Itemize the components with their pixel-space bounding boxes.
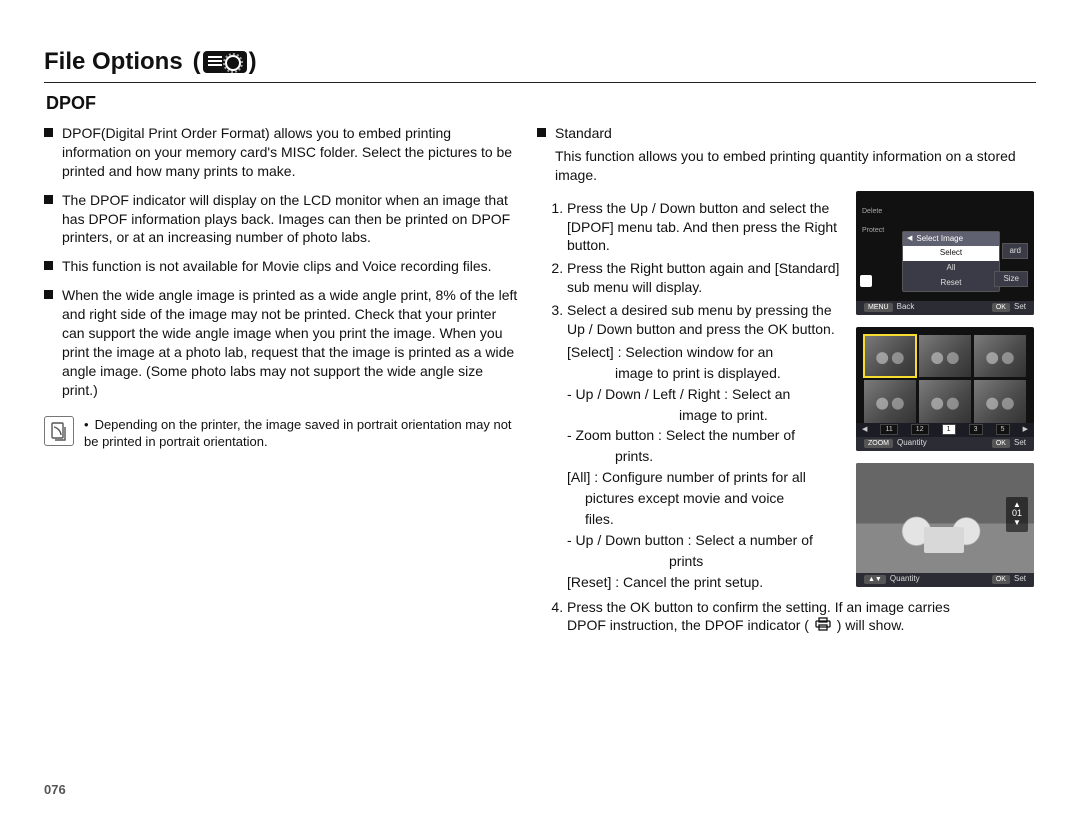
steps-text: Press the Up / Down button and select th… xyxy=(537,191,842,594)
bullet-item: The DPOF indicator will display on the L… xyxy=(44,191,519,248)
note-text: Depending on the printer, the image save… xyxy=(84,416,519,451)
panel-option-all: All xyxy=(903,261,999,276)
mode-tab-icon xyxy=(860,275,872,287)
bullet-item: DPOF(Digital Print Order Format) allows … xyxy=(44,124,519,181)
ok-button-icon: OK xyxy=(992,575,1010,584)
screen-footer: ▲▼ Quantity OK Set xyxy=(856,573,1034,587)
page-title: File Options xyxy=(44,48,183,76)
updown-line2: prints xyxy=(537,552,842,571)
set-label: Set xyxy=(1014,302,1026,313)
panel-option-select: Select xyxy=(903,246,999,261)
step-2: Press the Right button again and [Standa… xyxy=(567,259,842,297)
thumbnail xyxy=(864,380,916,423)
all-line3: files. xyxy=(537,510,842,529)
reset-line: [Reset] : Cancel the print setup. xyxy=(537,573,842,592)
right-option-size: Size xyxy=(994,271,1028,288)
settings-gear-icon xyxy=(203,51,247,73)
all-line: [All] : Configure number of prints for a… xyxy=(537,468,842,487)
back-label: Back xyxy=(897,302,915,313)
bullet-item: When the wide angle image is printed as … xyxy=(44,286,519,399)
note-list: Depending on the printer, the image save… xyxy=(84,416,519,451)
page-number: 076 xyxy=(44,782,66,797)
dpof-description-list: DPOF(Digital Print Order Format) allows … xyxy=(44,124,519,400)
note-icon xyxy=(44,416,74,446)
camera-screen-image-quantity: ▲ 01 ▼ ▲▼ Quantity OK Set xyxy=(856,463,1034,587)
select-line-2: image to print is displayed. xyxy=(537,364,842,383)
updownlr-line: - Up / Down / Left / Right : Select an xyxy=(537,385,842,404)
quantity-label: Quantity xyxy=(897,438,927,449)
standard-heading: Standard xyxy=(537,124,1036,143)
thumbnail xyxy=(919,380,971,423)
zoom-line2: prints. xyxy=(537,447,842,466)
nav-strip: ◀ 11 12 1 3 5 ▶ xyxy=(856,423,1034,437)
camera-screens: Delete Protect Select Image Select All R… xyxy=(856,191,1036,594)
ok-button-icon: OK xyxy=(992,303,1010,312)
panel-option-reset: Reset xyxy=(903,276,999,291)
note-callout: Depending on the printer, the image save… xyxy=(44,414,519,451)
thumbnail xyxy=(974,380,1026,423)
steps-list-cont: Press the OK button to confirm the setti… xyxy=(537,598,1036,637)
thumbnail xyxy=(974,335,1026,378)
step-1: Press the Up / Down button and select th… xyxy=(567,199,842,256)
bullet-item: This function is not available for Movie… xyxy=(44,257,519,276)
menu-button-icon: MENU xyxy=(864,303,893,312)
panel-header: Select Image xyxy=(903,232,999,247)
printer-icon xyxy=(815,617,831,636)
quantity-overlay: ▲ 01 ▼ xyxy=(1006,497,1028,532)
standard-label: Standard xyxy=(555,125,612,141)
arrow-down-icon: ▼ xyxy=(1012,519,1022,528)
set-label: Set xyxy=(1014,438,1026,449)
updownlr-line2: image to print. xyxy=(537,406,842,425)
ok-button-icon: OK xyxy=(992,439,1010,448)
updown-button-icon: ▲▼ xyxy=(864,575,886,584)
step-3: Select a desired sub menu by pressing th… xyxy=(567,301,842,339)
quantity-value: 01 xyxy=(1012,508,1022,518)
step-4: Press the OK button to confirm the setti… xyxy=(567,598,1036,637)
camera-screen-thumbnails: ◀ 11 12 1 3 5 ▶ ZOOM Quantity OK Set xyxy=(856,327,1034,451)
thumbnail xyxy=(919,335,971,378)
right-column: Standard This function allows you to emb… xyxy=(537,124,1036,640)
zoom-line: - Zoom button : Select the number of xyxy=(537,426,842,445)
quantity-label: Quantity xyxy=(890,574,920,585)
steps-list: Press the Up / Down button and select th… xyxy=(537,199,842,339)
set-label: Set xyxy=(1014,574,1026,585)
side-menu-faded: Delete Protect xyxy=(862,207,884,236)
screen-footer: MENU Back OK Set xyxy=(856,301,1034,315)
select-image-panel: Select Image Select All Reset xyxy=(902,231,1000,292)
title-mode-icon: ( ) xyxy=(193,48,257,76)
section-title: DPOF xyxy=(46,93,1036,114)
camera-screen-menu: Delete Protect Select Image Select All R… xyxy=(856,191,1034,315)
screen-footer: ZOOM Quantity OK Set xyxy=(856,437,1034,451)
thumbnail-grid xyxy=(864,335,1026,423)
updown-line: - Up / Down button : Select a number of xyxy=(537,531,842,550)
thumbnail-selected xyxy=(864,335,916,378)
two-column-layout: DPOF(Digital Print Order Format) allows … xyxy=(44,124,1036,640)
left-column: DPOF(Digital Print Order Format) allows … xyxy=(44,124,519,640)
all-line2: pictures except movie and voice xyxy=(537,489,842,508)
standard-intro: This function allows you to embed printi… xyxy=(537,147,1036,185)
zoom-button-icon: ZOOM xyxy=(864,439,893,448)
select-line: [Select] : Selection window for an xyxy=(537,343,842,362)
page-header: File Options ( ) xyxy=(44,48,1036,83)
right-option-standard: ard xyxy=(1002,243,1028,260)
manual-page: File Options ( ) DPOF DPOF(Digital Print… xyxy=(0,0,1080,815)
steps-with-screens: Press the Up / Down button and select th… xyxy=(537,191,1036,594)
